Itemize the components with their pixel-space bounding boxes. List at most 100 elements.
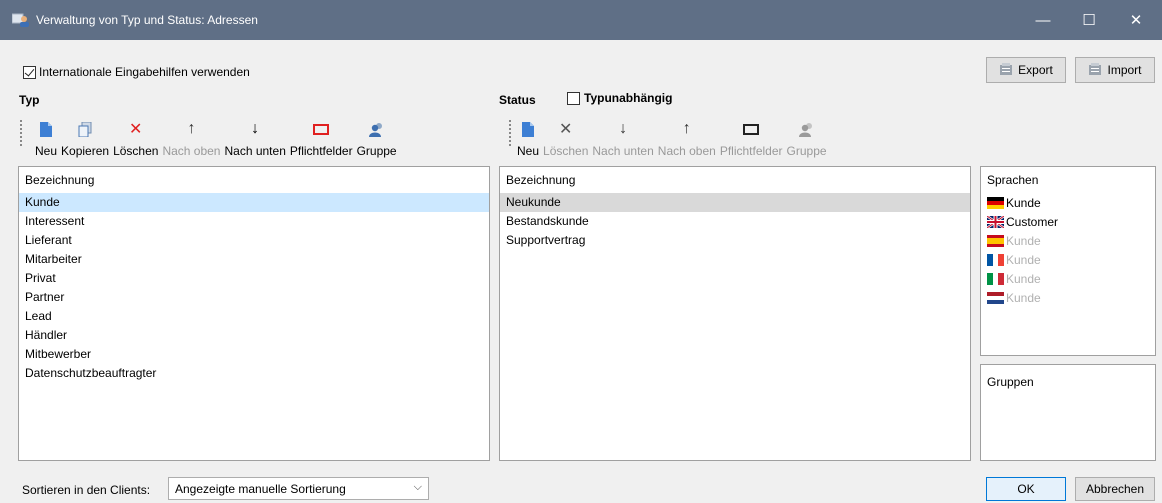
typ-list[interactable]: Bezeichnung Kunde Interessent Lieferant …: [18, 166, 490, 461]
required-fields-icon: [743, 118, 760, 140]
language-text-it: Kunde: [1006, 271, 1041, 286]
language-row-en[interactable]: Customer: [981, 212, 1155, 231]
typ-required-fields-label: Pflichtfelder: [289, 144, 353, 158]
typ-move-up-label: Nach oben: [162, 144, 221, 158]
status-required-fields-button[interactable]: Pflichtfelder: [718, 112, 785, 158]
typ-new-label: Neu: [35, 144, 58, 158]
delete-x-icon: ✕: [559, 121, 573, 138]
title-bar: Verwaltung von Typ und Status: Adressen …: [0, 0, 1162, 40]
typ-delete-button[interactable]: ✕ Löschen: [111, 112, 160, 158]
germany-flag-icon: [987, 196, 1004, 209]
arrow-down-icon: ↓: [619, 120, 628, 137]
status-label: Status: [499, 93, 536, 107]
language-text-es: Kunde: [1006, 233, 1041, 248]
languages-panel[interactable]: Sprachen Kunde Customer Kunde Kunde Kund…: [980, 166, 1156, 356]
list-item[interactable]: Händler: [19, 326, 489, 345]
typ-copy-button[interactable]: Kopieren: [59, 112, 111, 158]
list-item[interactable]: Bestandskunde: [500, 212, 970, 231]
france-flag-icon: [987, 253, 1004, 266]
typ-group-button[interactable]: Gruppe: [355, 112, 399, 158]
list-item[interactable]: Kunde: [19, 193, 489, 212]
typ-toolbar-grip[interactable]: [20, 120, 22, 146]
language-text-fr: Kunde: [1006, 252, 1041, 267]
delete-x-icon: ✕: [129, 121, 143, 138]
status-new-label: Neu: [517, 144, 540, 158]
type-independent-checkbox[interactable]: [567, 91, 580, 105]
list-item[interactable]: Interessent: [19, 212, 489, 231]
export-icon: [999, 62, 1013, 79]
language-row-fr[interactable]: Kunde: [981, 250, 1155, 269]
uk-flag-icon: [987, 215, 1004, 228]
sort-label: Sortieren in den Clients:: [22, 483, 151, 497]
import-icon: [1088, 62, 1102, 79]
status-list[interactable]: Bezeichnung Neukunde Bestandskunde Suppo…: [499, 166, 971, 461]
arrow-up-icon: ↑: [187, 120, 196, 137]
groups-panel[interactable]: Gruppen: [980, 364, 1156, 461]
user-group-icon: [798, 118, 815, 140]
copy-icon: [78, 118, 92, 140]
maximize-button[interactable]: ☐: [1066, 0, 1112, 40]
app-icon: [11, 12, 30, 28]
close-button[interactable]: ✕: [1113, 0, 1159, 40]
italy-flag-icon: [987, 272, 1004, 285]
typ-required-fields-button[interactable]: Pflichtfelder: [288, 112, 355, 158]
status-group-button[interactable]: Gruppe: [785, 112, 829, 158]
window-title: Verwaltung von Typ und Status: Adressen: [36, 13, 258, 27]
import-button[interactable]: Import: [1075, 57, 1155, 83]
status-delete-label: Löschen: [543, 144, 589, 158]
list-item[interactable]: Mitbewerber: [19, 345, 489, 364]
status-column-header: Bezeichnung: [506, 173, 576, 187]
sort-select[interactable]: Angezeigte manuelle Sortierung ⌵: [168, 477, 429, 500]
export-button[interactable]: Export: [986, 57, 1066, 83]
typ-column-header: Bezeichnung: [25, 173, 95, 187]
status-move-up-button[interactable]: ↑ Nach oben: [656, 112, 718, 158]
list-item[interactable]: Neukunde: [500, 193, 970, 212]
language-text-nl: Kunde: [1006, 290, 1041, 305]
typ-move-down-button[interactable]: ↓ Nach unten: [222, 112, 287, 158]
cancel-button[interactable]: Abbrechen: [1075, 477, 1155, 501]
status-required-fields-label: Pflichtfelder: [719, 144, 783, 158]
status-move-down-button[interactable]: ↓ Nach unten: [590, 112, 655, 158]
export-label: Export: [1018, 63, 1053, 77]
status-toolbar-grip[interactable]: [509, 120, 511, 146]
arrow-up-icon: ↑: [682, 120, 691, 137]
language-text-en: Customer: [1006, 214, 1059, 229]
typ-move-up-button[interactable]: ↑ Nach oben: [160, 112, 222, 158]
list-item[interactable]: Privat: [19, 269, 489, 288]
list-item[interactable]: Supportvertrag: [500, 231, 970, 250]
language-row-nl[interactable]: Kunde: [981, 288, 1155, 307]
list-item[interactable]: Lead: [19, 307, 489, 326]
status-delete-button[interactable]: ✕ Löschen: [541, 112, 590, 158]
list-item[interactable]: Mitarbeiter: [19, 250, 489, 269]
type-independent-row[interactable]: Typunabhängig: [567, 91, 672, 105]
status-move-up-label: Nach oben: [657, 144, 716, 158]
status-toolbar: Neu ✕ Löschen ↓ Nach unten ↑ Nach oben P…: [515, 112, 829, 158]
language-row-de[interactable]: Kunde: [981, 193, 1155, 212]
document-icon: [522, 118, 534, 140]
status-new-button[interactable]: Neu: [515, 112, 541, 158]
spain-flag-icon: [987, 234, 1004, 247]
list-item[interactable]: Datenschutzbeauftragter: [19, 364, 489, 383]
ok-button[interactable]: OK: [986, 477, 1066, 501]
list-item[interactable]: Lieferant: [19, 231, 489, 250]
typ-new-button[interactable]: Neu: [33, 112, 59, 158]
intl-input-checkbox-row[interactable]: Internationale Eingabehilfen verwenden: [23, 65, 250, 79]
typ-copy-label: Kopieren: [61, 144, 110, 158]
document-icon: [40, 118, 52, 140]
sort-select-value: Angezeigte manuelle Sortierung: [175, 481, 346, 496]
languages-header: Sprachen: [987, 173, 1039, 187]
user-group-icon: [368, 118, 385, 140]
type-independent-label: Typunabhängig: [584, 91, 673, 105]
chevron-down-icon: ⌵: [413, 481, 422, 493]
groups-header: Gruppen: [987, 375, 1034, 389]
list-item[interactable]: Partner: [19, 288, 489, 307]
arrow-down-icon: ↓: [251, 120, 260, 137]
required-fields-icon: [313, 118, 330, 140]
language-row-es[interactable]: Kunde: [981, 231, 1155, 250]
intl-input-checkbox[interactable]: [23, 65, 36, 79]
status-move-down-label: Nach unten: [592, 144, 654, 158]
minimize-button[interactable]: —: [1020, 0, 1066, 40]
netherlands-flag-icon: [987, 291, 1004, 304]
typ-move-down-label: Nach unten: [224, 144, 286, 158]
language-row-it[interactable]: Kunde: [981, 269, 1155, 288]
